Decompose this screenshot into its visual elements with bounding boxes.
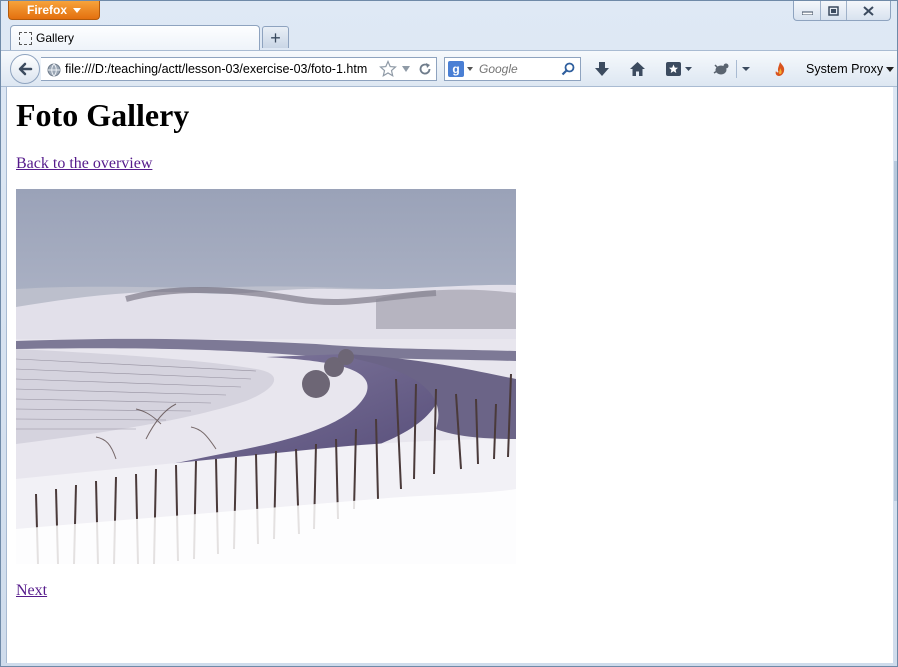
toolbar-overflow-button[interactable] [741, 59, 751, 79]
chevron-down-icon [73, 8, 81, 14]
firefox-menu-button[interactable]: Firefox [8, 1, 100, 20]
back-arrow-icon [18, 62, 33, 76]
home-icon [630, 62, 645, 76]
url-bar[interactable]: file:///D:/teaching/actt/lesson-03/exerc… [41, 57, 437, 81]
new-tab-button[interactable]: + [262, 26, 289, 48]
gallery-photo [16, 189, 516, 564]
back-button[interactable] [10, 54, 40, 84]
proxy-menu[interactable]: System Proxy [806, 62, 895, 76]
bookmarks-menu-button[interactable] [665, 59, 693, 79]
window-controls [793, 1, 891, 21]
bug-icon [713, 63, 729, 75]
next-link[interactable]: Next [16, 582, 47, 600]
proxy-label: System Proxy [806, 62, 884, 76]
minimize-icon [801, 11, 813, 15]
addon-button[interactable] [712, 59, 730, 79]
toolbar-separator [736, 60, 737, 78]
url-text: file:///D:/teaching/actt/lesson-03/exerc… [65, 62, 368, 76]
restore-button[interactable] [820, 1, 846, 20]
winter-river-vineyard-image [16, 189, 516, 564]
download-arrow-icon [595, 62, 609, 76]
minimize-button[interactable] [794, 1, 820, 20]
bookmarks-star-icon [666, 62, 692, 76]
tab-gallery[interactable]: Gallery [10, 25, 260, 50]
blank-page-icon [19, 32, 32, 45]
flame-icon [775, 62, 785, 76]
search-engine-dropdown-icon[interactable] [467, 67, 473, 71]
downloads-button[interactable] [594, 59, 610, 79]
search-icon[interactable] [561, 62, 575, 76]
tab-strip: Gallery + [1, 23, 897, 50]
tab-title: Gallery [36, 31, 75, 45]
navigation-toolbar: file:///D:/teaching/actt/lesson-03/exerc… [1, 50, 897, 87]
title-bar: Firefox [1, 1, 897, 23]
search-bar: g [444, 57, 581, 81]
chevron-down-icon [886, 67, 895, 73]
page-title: Foto Gallery [16, 97, 190, 133]
browser-window: Firefox Gallery + file:///D:/teaching/ac… [0, 0, 898, 667]
chevron-down-icon [742, 67, 750, 71]
window-edge-highlight [894, 161, 897, 501]
firefox-menu-label: Firefox [26, 3, 67, 17]
reload-icon[interactable] [418, 62, 432, 76]
firebug-button[interactable] [772, 59, 788, 79]
globe-icon [47, 63, 61, 77]
close-button[interactable] [846, 1, 890, 20]
page-content: Foto Gallery Back to the overview Next [6, 87, 893, 663]
plus-icon: + [270, 27, 281, 48]
home-button[interactable] [629, 59, 646, 79]
url-history-dropdown-icon[interactable] [402, 66, 410, 72]
bookmark-star-icon[interactable] [379, 60, 397, 78]
search-input[interactable] [479, 60, 561, 78]
google-g-icon[interactable]: g [448, 61, 464, 77]
back-to-overview-link[interactable]: Back to the overview [16, 155, 152, 173]
close-icon [863, 5, 874, 16]
restore-icon [828, 5, 839, 16]
